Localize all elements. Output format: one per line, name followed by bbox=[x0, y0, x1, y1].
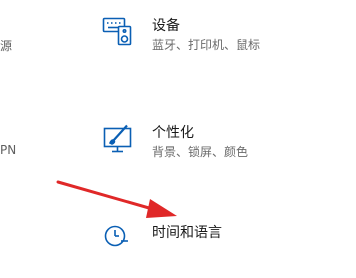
tile-description: 背景、锁屏、颜色 bbox=[152, 145, 249, 159]
tile-description: 蓝牙、打印机、鼠标 bbox=[152, 38, 261, 52]
tile-title: 时间和语言 bbox=[152, 225, 222, 241]
tile-title: 设备 bbox=[152, 18, 180, 34]
time-language-icon bbox=[102, 222, 136, 256]
tile-title: 个性化 bbox=[152, 125, 194, 141]
devices-icon bbox=[102, 15, 136, 49]
left-fragment-top: 源 bbox=[0, 39, 13, 53]
personalization-icon bbox=[102, 122, 136, 156]
settings-tile-personalization[interactable]: 个性化 背景、锁屏、颜色 bbox=[98, 122, 348, 178]
left-fragment-bottom: PN bbox=[0, 143, 17, 157]
settings-tile-devices[interactable]: 设备 蓝牙、打印机、鼠标 bbox=[98, 15, 348, 71]
settings-tile-time-language[interactable]: 时间和语言 bbox=[98, 222, 348, 278]
